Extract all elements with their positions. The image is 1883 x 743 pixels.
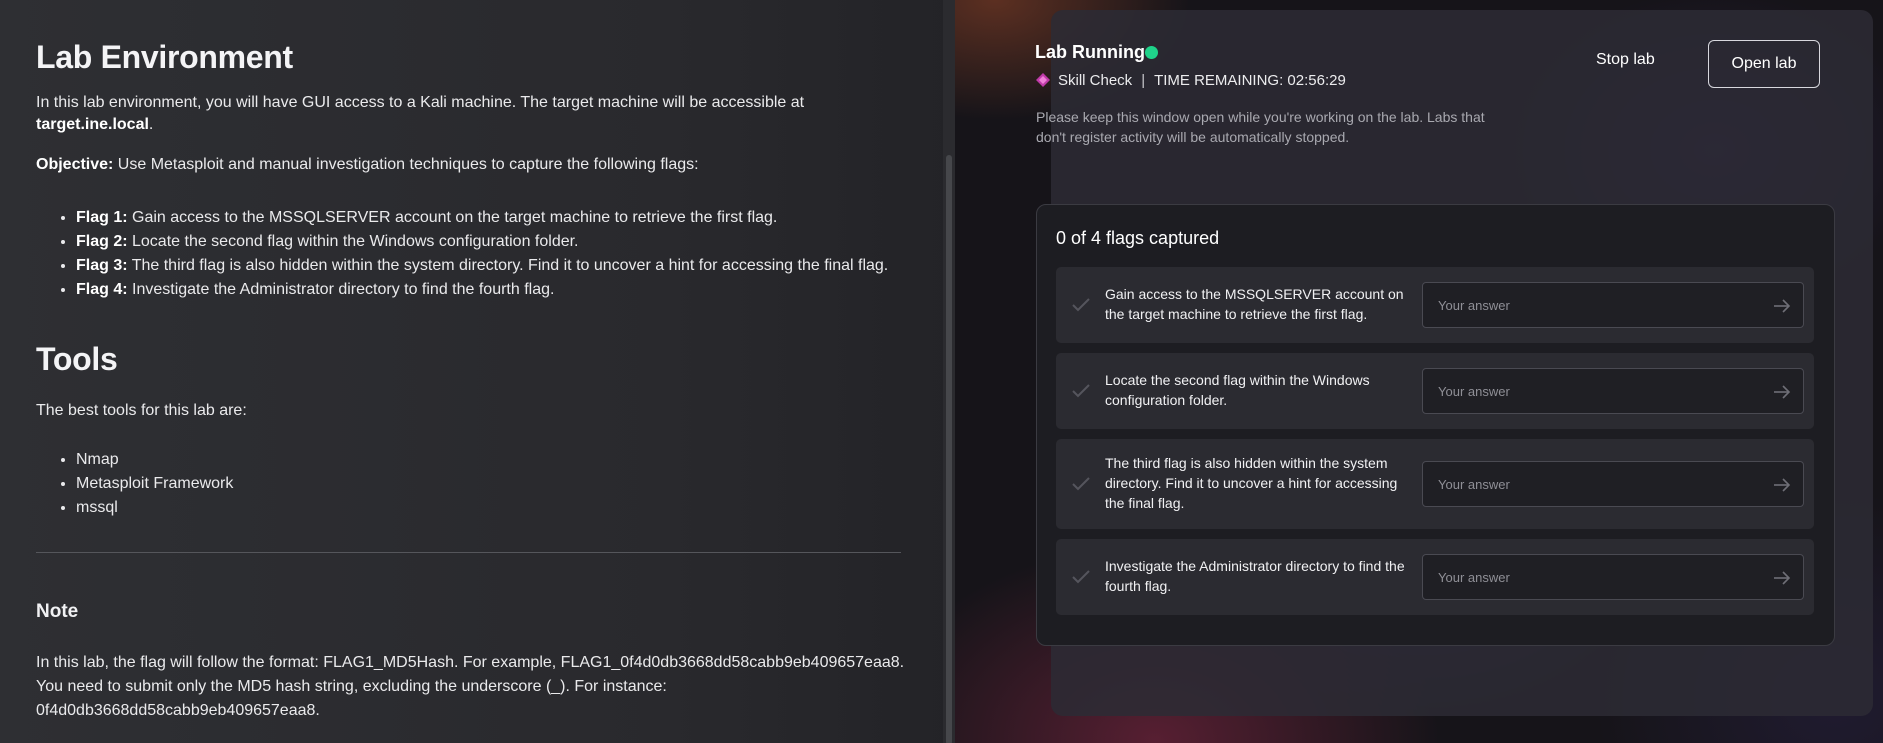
flag-label: Flag 4: — [76, 281, 128, 298]
submit-arrow-icon[interactable] — [1771, 474, 1793, 496]
instructions-panel[interactable]: Lab Environment In this lab environment,… — [0, 0, 955, 743]
tools-list: Nmap Metasploit Framework mssql — [36, 448, 906, 520]
flag-question: Gain access to the MSSQLSERVER account o… — [1105, 286, 1404, 322]
section-divider — [36, 552, 901, 553]
check-icon — [1070, 380, 1092, 402]
instructions-content: Lab Environment In this lab environment,… — [36, 36, 906, 723]
open-lab-button[interactable]: Open lab — [1708, 40, 1820, 88]
answer-field — [1422, 461, 1804, 507]
note-paragraph: In this lab, the flag will follow the fo… — [36, 651, 906, 723]
flag-text: Investigate the Administrator directory … — [127, 281, 555, 298]
diamond-icon — [1036, 73, 1050, 87]
note-line: In this lab, the flag will follow the fo… — [36, 654, 905, 671]
submit-arrow-icon[interactable] — [1771, 567, 1793, 589]
answer-field — [1422, 368, 1804, 414]
list-item-flag-4: Flag 4: Investigate the Administrator di… — [76, 278, 906, 302]
list-item-flag-3: Flag 3: The third flag is also hidden wi… — [76, 254, 906, 278]
intro-end: . — [148, 116, 154, 133]
flag-row-3: The third flag is also hidden within the… — [1056, 439, 1814, 529]
list-item-tool: Nmap — [76, 448, 906, 472]
tools-intro: The best tools for this lab are: — [36, 402, 247, 419]
flag-text: The third flag is also hidden within the… — [127, 257, 889, 274]
flag-question: The third flag is also hidden within the… — [1105, 455, 1398, 511]
objective-paragraph: Objective: Use Metasploit and manual inv… — [36, 154, 906, 176]
flag-question: Investigate the Administrator directory … — [1105, 558, 1405, 594]
scrollbar-thumb[interactable] — [946, 155, 952, 743]
intro-text: In this lab environment, you will have G… — [36, 94, 805, 111]
flag-label: Flag 3: — [76, 257, 128, 274]
list-item-flag-1: Flag 1: Gain access to the MSSQLSERVER a… — [76, 206, 906, 230]
flag-text: Locate the second flag within the Window… — [127, 233, 579, 250]
answer-field — [1422, 554, 1804, 600]
lab-meta-row: Skill Check | TIME REMAINING: 02:56:29 — [1036, 70, 1346, 90]
stop-lab-button[interactable]: Stop lab — [1596, 51, 1655, 69]
keep-open-notice: Please keep this window open while you'r… — [1036, 109, 1485, 145]
check-icon — [1070, 473, 1092, 495]
answer-input[interactable] — [1423, 462, 1753, 506]
flag-text: Gain access to the MSSQLSERVER account o… — [127, 209, 778, 226]
list-item-tool: Metasploit Framework — [76, 472, 906, 496]
flag-label: Flag 1: — [76, 209, 128, 226]
note-line: 0f4d0db3668dd58cabb9eb409657eaa8. — [36, 702, 320, 719]
submit-arrow-icon[interactable] — [1771, 295, 1793, 317]
tools-heading: Tools — [36, 341, 118, 377]
list-item-flag-2: Flag 2: Locate the second flag within th… — [76, 230, 906, 254]
flag-question: Locate the second flag within the Window… — [1105, 372, 1370, 408]
objective-text: Use Metasploit and manual investigation … — [113, 156, 699, 173]
meta-separator: | — [1141, 71, 1146, 89]
flags-captured-count: 0 of 4 flags captured — [1056, 228, 1220, 248]
lab-environment-heading: Lab Environment — [36, 39, 293, 75]
intro-paragraph: In this lab environment, you will have G… — [36, 92, 906, 136]
answer-field — [1422, 282, 1804, 328]
submit-arrow-icon[interactable] — [1771, 381, 1793, 403]
flag-row-2: Locate the second flag within the Window… — [1056, 353, 1814, 429]
lab-status-title: Lab Running — [1035, 42, 1145, 62]
check-icon — [1070, 294, 1092, 316]
answer-input[interactable] — [1423, 283, 1753, 327]
note-line: You need to submit only the MD5 hash str… — [36, 678, 667, 695]
flag-label: Flag 2: — [76, 233, 128, 250]
target-host: target.ine.local — [36, 116, 149, 133]
running-status-indicator — [1145, 46, 1158, 59]
flag-row-1: Gain access to the MSSQLSERVER account o… — [1056, 267, 1814, 343]
answer-input[interactable] — [1423, 369, 1753, 413]
answer-input[interactable] — [1423, 555, 1753, 599]
list-item-tool: mssql — [76, 496, 906, 520]
check-icon — [1070, 566, 1092, 588]
time-remaining: TIME REMAINING: 02:56:29 — [1154, 71, 1346, 89]
flag-row-4: Investigate the Administrator directory … — [1056, 539, 1814, 615]
note-heading: Note — [36, 601, 79, 622]
flags-list: Flag 1: Gain access to the MSSQLSERVER a… — [36, 206, 906, 302]
objective-label: Objective: — [36, 156, 114, 173]
skill-check-label: Skill Check — [1058, 71, 1133, 89]
